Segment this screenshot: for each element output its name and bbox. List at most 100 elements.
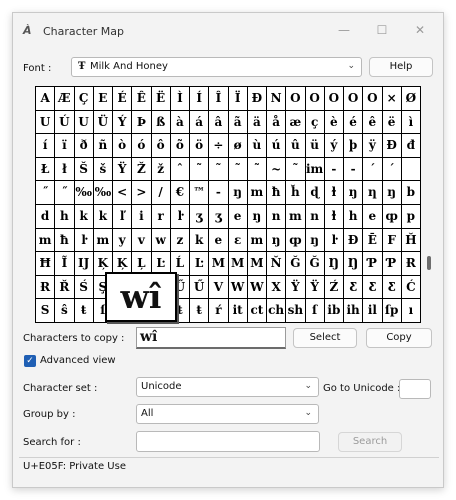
- char-cell[interactable]: Ê: [132, 87, 152, 111]
- char-cell[interactable]: S: [36, 299, 56, 323]
- char-cell[interactable]: ʒ: [209, 204, 229, 229]
- char-cell[interactable]: h: [55, 204, 75, 229]
- char-cell[interactable]: Ĳ: [74, 252, 94, 276]
- char-cell[interactable]: É: [113, 87, 133, 111]
- char-cell[interactable]: M: [247, 252, 267, 276]
- char-cell[interactable]: m: [36, 228, 56, 253]
- char-cell[interactable]: Ɍ: [401, 252, 421, 276]
- char-cell[interactable]: ˜: [247, 157, 267, 182]
- char-cell[interactable]: ò: [113, 134, 133, 158]
- char-cell[interactable]: ô: [151, 134, 171, 158]
- char-cell[interactable]: ŧ: [190, 299, 210, 323]
- char-cell[interactable]: €: [170, 181, 190, 205]
- char-cell[interactable]: ä: [247, 110, 267, 135]
- char-cell[interactable]: y: [113, 228, 133, 253]
- char-cell[interactable]: F: [382, 228, 402, 253]
- char-cell[interactable]: Ĩ: [55, 252, 75, 276]
- char-cell[interactable]: Ŀ: [190, 252, 210, 276]
- char-cell[interactable]: im: [305, 157, 325, 182]
- char-cell[interactable]: ˝: [55, 181, 75, 205]
- char-cell[interactable]: đ: [401, 134, 421, 158]
- char-cell[interactable]: -: [209, 181, 229, 205]
- char-cell[interactable]: ë: [382, 110, 402, 135]
- char-cell[interactable]: õ: [170, 134, 190, 158]
- char-cell[interactable]: í: [36, 134, 56, 158]
- char-cell[interactable]: ~: [267, 157, 287, 182]
- char-cell[interactable]: Ÿ: [286, 275, 306, 300]
- char-cell[interactable]: Ÿ: [305, 275, 325, 300]
- char-cell[interactable]: ʒ: [190, 204, 210, 229]
- go-to-unicode-input[interactable]: [399, 379, 431, 399]
- select-button[interactable]: Select: [293, 328, 357, 348]
- char-cell[interactable]: Ř: [55, 275, 75, 300]
- char-cell[interactable]: ħ: [55, 228, 75, 253]
- char-cell[interactable]: ł: [55, 157, 75, 182]
- char-cell[interactable]: ɫ: [324, 181, 344, 205]
- char-cell[interactable]: ŀ: [74, 228, 94, 253]
- char-cell[interactable]: d: [36, 204, 56, 229]
- char-cell[interactable]: ȹ: [286, 228, 306, 253]
- char-cell[interactable]: Ɍ: [36, 275, 56, 300]
- char-cell[interactable]: ÷: [209, 134, 229, 158]
- char-cell[interactable]: ˝: [36, 181, 56, 205]
- advanced-view-checkbox[interactable]: ✓: [24, 355, 36, 367]
- char-cell[interactable]: ȟ: [286, 181, 306, 205]
- char-cell[interactable]: á: [190, 110, 210, 135]
- char-cell[interactable]: Ü: [93, 110, 113, 135]
- search-input[interactable]: [136, 431, 320, 452]
- char-cell[interactable]: ct: [247, 299, 267, 323]
- char-cell[interactable]: ø: [228, 134, 248, 158]
- char-cell[interactable]: Š: [74, 157, 94, 182]
- close-button[interactable]: ✕: [409, 19, 431, 41]
- char-cell[interactable]: k: [74, 204, 94, 229]
- char-cell[interactable]: b: [401, 181, 421, 205]
- char-cell[interactable]: ™: [190, 181, 210, 205]
- char-cell[interactable]: ŀ: [170, 204, 190, 229]
- char-cell[interactable]: ŋ: [247, 204, 267, 229]
- char-cell[interactable]: ì: [401, 110, 421, 135]
- char-cell[interactable]: Ð: [247, 87, 267, 111]
- char-cell[interactable]: ˜: [286, 157, 306, 182]
- char-cell[interactable]: e: [363, 204, 383, 229]
- char-cell[interactable]: Î: [209, 87, 229, 111]
- char-cell[interactable]: ŀ: [324, 228, 344, 253]
- char-cell[interactable]: ó: [132, 134, 152, 158]
- char-cell[interactable]: Ħ: [36, 252, 56, 276]
- char-cell[interactable]: ƞ: [363, 181, 383, 205]
- char-cell[interactable]: Ź: [324, 275, 344, 300]
- char-cell[interactable]: ç: [305, 110, 325, 135]
- char-cell[interactable]: /: [151, 181, 171, 205]
- char-cell[interactable]: m: [286, 204, 306, 229]
- char-cell[interactable]: Ƹ: [344, 275, 364, 300]
- char-cell[interactable]: ö: [190, 134, 210, 158]
- char-cell[interactable]: [401, 157, 421, 182]
- char-cell[interactable]: Ȟ: [401, 228, 421, 253]
- char-cell[interactable]: Ğ: [286, 252, 306, 276]
- font-dropdown[interactable]: Ŧ Milk And Honey ⌄: [71, 57, 362, 77]
- char-cell[interactable]: ɖ: [305, 181, 325, 205]
- char-cell[interactable]: ſ: [305, 299, 325, 323]
- maximize-button[interactable]: ☐: [371, 19, 393, 41]
- char-cell[interactable]: ˆ: [170, 157, 190, 182]
- copy-button[interactable]: Copy: [366, 328, 432, 348]
- char-cell[interactable]: ih: [344, 299, 364, 323]
- char-cell[interactable]: ð: [74, 134, 94, 158]
- char-cell[interactable]: E: [93, 87, 113, 111]
- char-cell[interactable]: -: [344, 157, 364, 182]
- char-cell[interactable]: å: [267, 110, 287, 135]
- char-cell[interactable]: h: [344, 204, 364, 229]
- char-cell[interactable]: ŝ: [55, 299, 75, 323]
- char-cell[interactable]: â: [209, 110, 229, 135]
- char-cell[interactable]: Đ: [382, 134, 402, 158]
- char-cell[interactable]: ß: [151, 110, 171, 135]
- character-set-dropdown[interactable]: Unicode ⌄: [136, 377, 319, 397]
- char-cell[interactable]: z: [170, 228, 190, 253]
- char-cell[interactable]: ÿ: [363, 134, 383, 158]
- char-cell[interactable]: >: [132, 181, 152, 205]
- char-cell[interactable]: à: [170, 110, 190, 135]
- search-button[interactable]: Search: [338, 432, 402, 452]
- char-cell[interactable]: ɛ: [228, 228, 248, 253]
- char-cell[interactable]: ŧ: [74, 299, 94, 323]
- char-cell[interactable]: W: [228, 275, 248, 300]
- char-cell[interactable]: š: [93, 157, 113, 182]
